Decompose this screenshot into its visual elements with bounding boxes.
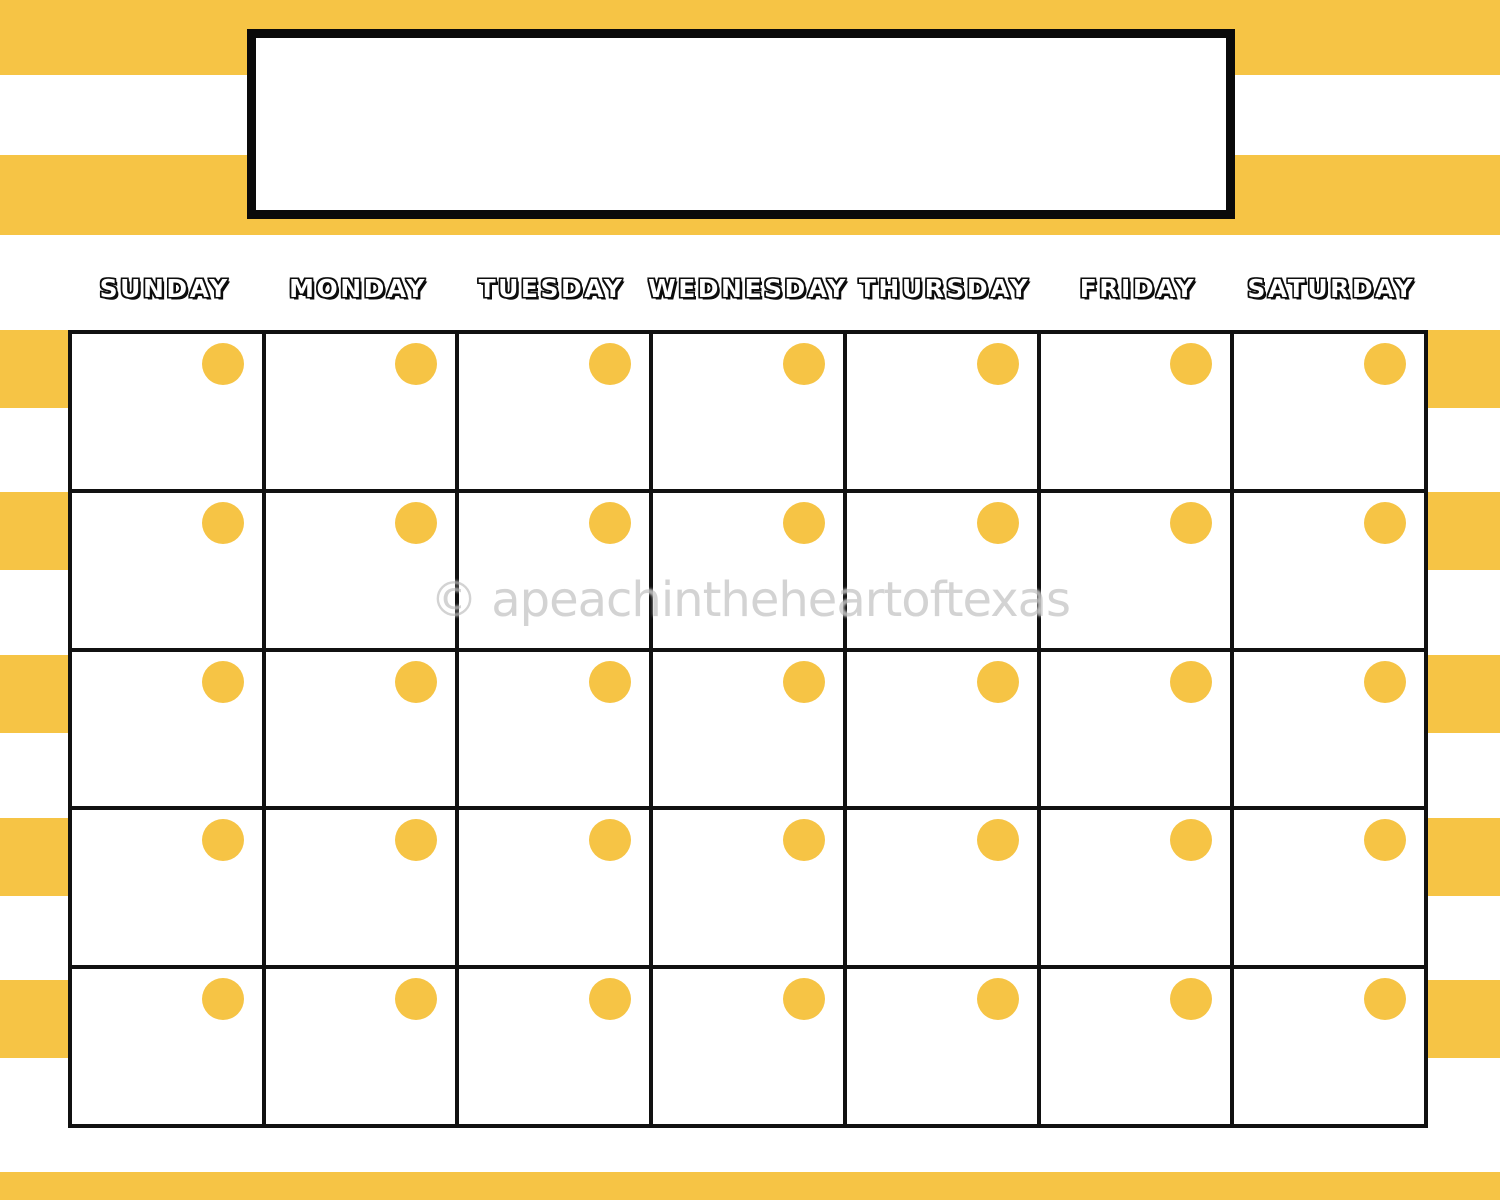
calendar-day-cell[interactable] bbox=[1040, 651, 1235, 811]
day-number-dot-icon bbox=[1170, 501, 1213, 544]
calendar-day-cell[interactable] bbox=[1040, 334, 1235, 493]
calendar-day-cell[interactable] bbox=[1234, 492, 1428, 652]
weekday-thursday: THURSDAY bbox=[858, 273, 1031, 304]
calendar-grid bbox=[68, 330, 1428, 1128]
day-number-dot-icon bbox=[589, 660, 632, 703]
calendar-day-cell[interactable] bbox=[653, 969, 847, 1128]
day-number-dot-icon bbox=[201, 978, 244, 1021]
day-number-dot-icon bbox=[201, 660, 244, 703]
day-number-dot-icon bbox=[1363, 819, 1406, 862]
calendar-day-cell[interactable] bbox=[846, 334, 1041, 493]
weekday-tuesday: TUESDAY bbox=[478, 273, 625, 304]
calendar-day-cell[interactable] bbox=[653, 651, 847, 811]
weekday-sunday: SUNDAY bbox=[99, 273, 230, 304]
calendar-day-cell[interactable] bbox=[1040, 492, 1235, 652]
calendar-day-cell[interactable] bbox=[265, 969, 460, 1128]
weekday-header-row: SUNDAY MONDAY TUESDAY WEDNESDAY THURSDAY… bbox=[68, 272, 1428, 318]
weekday-saturday: SATURDAY bbox=[1246, 273, 1416, 304]
calendar-day-cell[interactable] bbox=[459, 651, 654, 811]
day-number-dot-icon bbox=[395, 501, 438, 544]
calendar-day-cell[interactable] bbox=[653, 334, 847, 493]
day-number-dot-icon bbox=[589, 819, 632, 862]
calendar-day-cell[interactable] bbox=[265, 334, 460, 493]
calendar-day-cell[interactable] bbox=[72, 492, 266, 652]
day-number-dot-icon bbox=[976, 978, 1019, 1021]
calendar-day-cell[interactable] bbox=[459, 810, 654, 970]
day-number-dot-icon bbox=[589, 501, 632, 544]
calendar-day-cell[interactable] bbox=[72, 334, 266, 493]
calendar-day-cell[interactable] bbox=[846, 969, 1041, 1128]
background-stripe-7 bbox=[0, 1172, 1500, 1200]
day-number-dot-icon bbox=[976, 343, 1019, 385]
day-number-dot-icon bbox=[201, 501, 244, 544]
day-number-dot-icon bbox=[782, 819, 825, 862]
day-number-dot-icon bbox=[201, 819, 244, 862]
calendar-day-cell[interactable] bbox=[265, 492, 460, 652]
month-title-box[interactable] bbox=[247, 29, 1235, 219]
day-number-dot-icon bbox=[395, 978, 438, 1021]
day-number-dot-icon bbox=[1363, 978, 1406, 1021]
calendar-day-cell[interactable] bbox=[1040, 969, 1235, 1128]
calendar-day-cell[interactable] bbox=[1234, 334, 1428, 493]
day-number-dot-icon bbox=[782, 501, 825, 544]
weekday-wednesday: WEDNESDAY bbox=[647, 273, 848, 304]
calendar-day-cell[interactable] bbox=[846, 651, 1041, 811]
weekday-friday: FRIDAY bbox=[1079, 273, 1197, 304]
day-number-dot-icon bbox=[1170, 660, 1213, 703]
calendar-day-cell[interactable] bbox=[1234, 969, 1428, 1128]
day-number-dot-icon bbox=[782, 343, 825, 385]
day-number-dot-icon bbox=[976, 501, 1019, 544]
day-number-dot-icon bbox=[782, 978, 825, 1021]
calendar-day-cell[interactable] bbox=[653, 492, 847, 652]
day-number-dot-icon bbox=[395, 819, 438, 862]
calendar-day-cell[interactable] bbox=[459, 492, 654, 652]
calendar-day-cell[interactable] bbox=[72, 810, 266, 970]
day-number-dot-icon bbox=[976, 819, 1019, 862]
calendar-day-cell[interactable] bbox=[1234, 651, 1428, 811]
calendar-day-cell[interactable] bbox=[72, 969, 266, 1128]
calendar-day-cell[interactable] bbox=[1234, 810, 1428, 970]
calendar-day-cell[interactable] bbox=[653, 810, 847, 970]
calendar-day-cell[interactable] bbox=[265, 651, 460, 811]
day-number-dot-icon bbox=[1170, 819, 1213, 862]
calendar-day-cell[interactable] bbox=[846, 810, 1041, 970]
calendar-day-cell[interactable] bbox=[459, 334, 654, 493]
day-number-dot-icon bbox=[201, 343, 244, 385]
day-number-dot-icon bbox=[1170, 978, 1213, 1021]
calendar-day-cell[interactable] bbox=[459, 969, 654, 1128]
calendar-day-cell[interactable] bbox=[265, 810, 460, 970]
day-number-dot-icon bbox=[589, 343, 632, 385]
day-number-dot-icon bbox=[395, 660, 438, 703]
day-number-dot-icon bbox=[782, 660, 825, 703]
day-number-dot-icon bbox=[589, 978, 632, 1021]
calendar-page: SUNDAY MONDAY TUESDAY WEDNESDAY THURSDAY… bbox=[0, 0, 1500, 1200]
calendar-day-cell[interactable] bbox=[846, 492, 1041, 652]
day-number-dot-icon bbox=[1363, 343, 1406, 385]
weekday-monday: MONDAY bbox=[288, 273, 427, 304]
day-number-dot-icon bbox=[1363, 501, 1406, 544]
day-number-dot-icon bbox=[395, 343, 438, 385]
day-number-dot-icon bbox=[1363, 660, 1406, 703]
day-number-dot-icon bbox=[976, 660, 1019, 703]
calendar-day-cell[interactable] bbox=[1040, 810, 1235, 970]
calendar-day-cell[interactable] bbox=[72, 651, 266, 811]
day-number-dot-icon bbox=[1170, 343, 1213, 385]
